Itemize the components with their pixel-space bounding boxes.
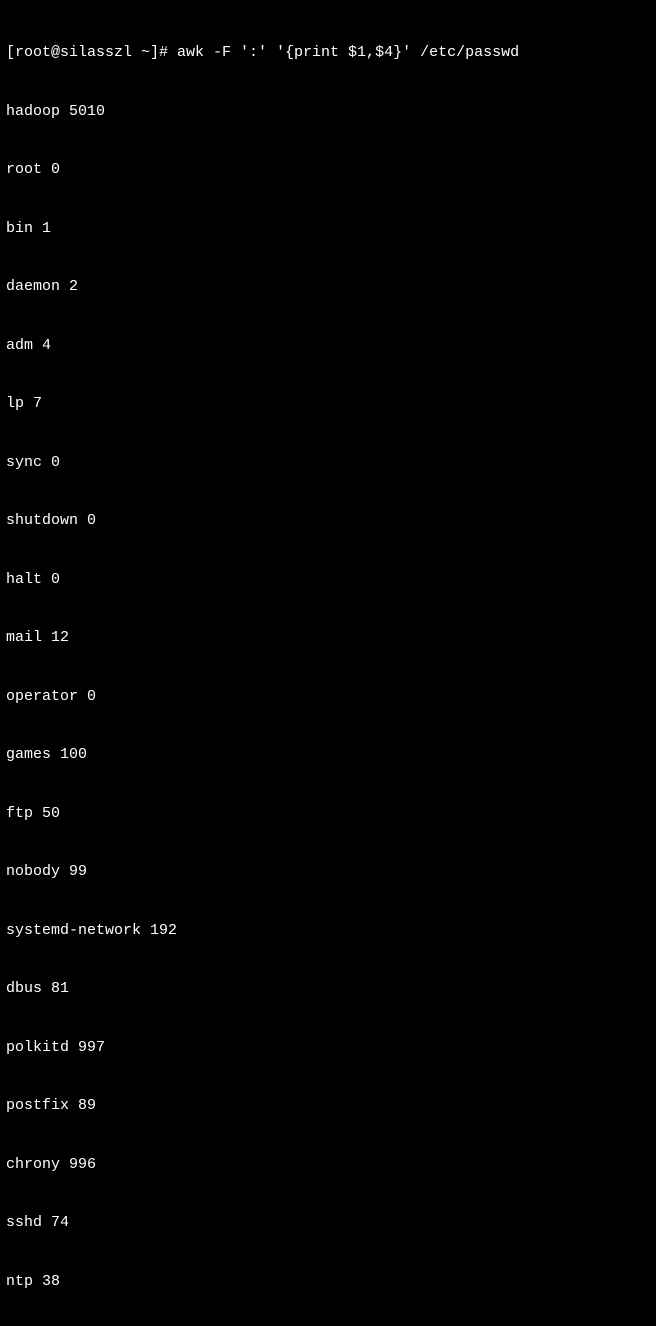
output-row: hadoop 5010 xyxy=(6,102,650,122)
output-row: shutdown 0 xyxy=(6,511,650,531)
output-row: polkitd 997 xyxy=(6,1038,650,1058)
command-text: awk -F ':' '{print $1,$4}' /etc/passwd xyxy=(177,44,519,61)
output-row: postfix 89 xyxy=(6,1096,650,1116)
output-row: mail 12 xyxy=(6,628,650,648)
command-line: [root@silasszl ~]# awk -F ':' '{print $1… xyxy=(6,43,650,63)
output-row: ftp 50 xyxy=(6,804,650,824)
output-row: chrony 996 xyxy=(6,1155,650,1175)
terminal-window[interactable]: [root@silasszl ~]# awk -F ':' '{print $1… xyxy=(6,4,650,1326)
output-row: operator 0 xyxy=(6,687,650,707)
output-row: adm 4 xyxy=(6,336,650,356)
output-row: lp 7 xyxy=(6,394,650,414)
output-row: root 0 xyxy=(6,160,650,180)
output-row: ntp 38 xyxy=(6,1272,650,1292)
output-row: games 100 xyxy=(6,745,650,765)
output-row: daemon 2 xyxy=(6,277,650,297)
output-row: nobody 99 xyxy=(6,862,650,882)
output-row: dbus 81 xyxy=(6,979,650,999)
prompt-prefix: [root@silasszl ~]# xyxy=(6,44,177,61)
output-row: halt 0 xyxy=(6,570,650,590)
output-row: sshd 74 xyxy=(6,1213,650,1233)
output-row: systemd-network 192 xyxy=(6,921,650,941)
output-row: bin 1 xyxy=(6,219,650,239)
output-row: sync 0 xyxy=(6,453,650,473)
